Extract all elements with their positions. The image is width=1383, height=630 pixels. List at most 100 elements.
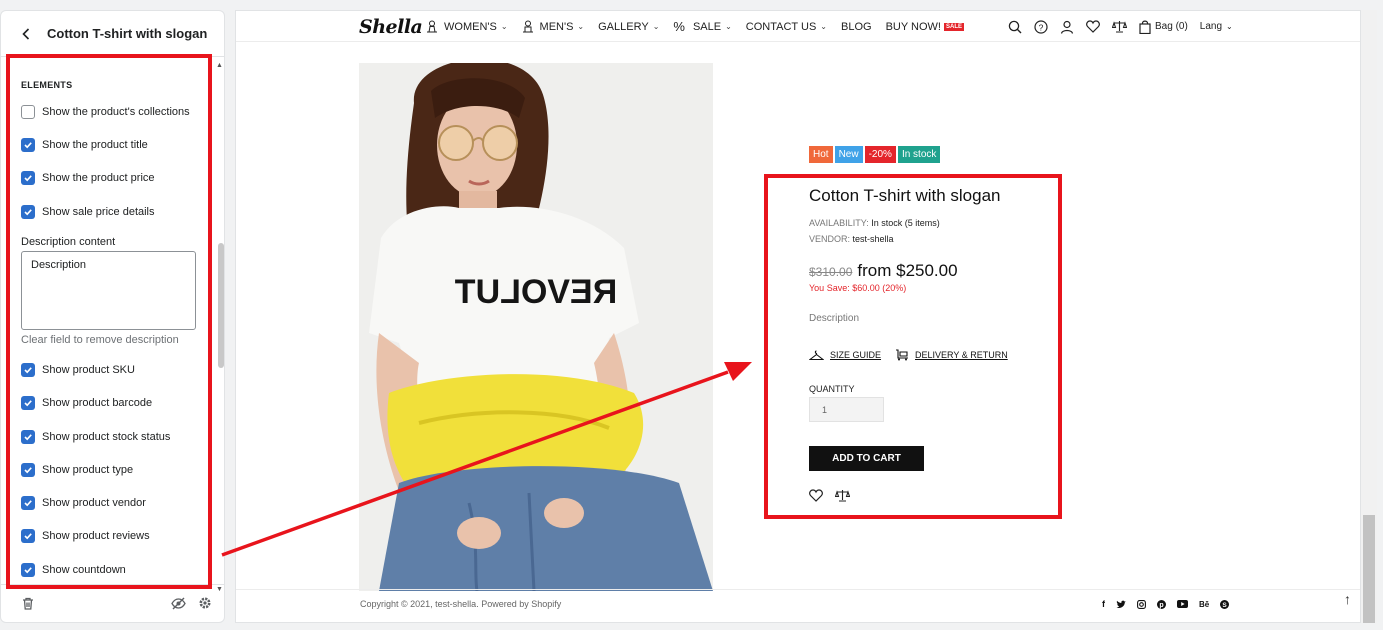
- search-icon[interactable]: [1008, 20, 1022, 34]
- wishlist-heart-icon[interactable]: [1086, 20, 1100, 33]
- scrollbar-thumb[interactable]: [218, 243, 224, 368]
- sidebar-title: Cotton T-shirt with slogan: [47, 26, 208, 41]
- vendor-line: VENDOR: test-shella: [809, 234, 894, 244]
- instagram-icon[interactable]: [1137, 599, 1146, 609]
- bag-button[interactable]: Bag (0): [1139, 20, 1188, 34]
- checkbox[interactable]: [21, 138, 35, 152]
- checkbox-label: Show countdown: [42, 564, 126, 576]
- checkbox[interactable]: [21, 463, 35, 477]
- shirt-print-text: REVOLUT: [455, 273, 618, 311]
- menu-item-buy-now[interactable]: BUY NOW! SALE: [885, 20, 965, 33]
- delivery-return-link[interactable]: DELIVERY & RETURN: [895, 349, 1008, 361]
- description-label: Description content: [21, 236, 116, 248]
- pinterest-icon[interactable]: p: [1157, 599, 1166, 609]
- checkbox[interactable]: [21, 205, 35, 219]
- menu-item-contact[interactable]: CONTACT US ⌄: [746, 21, 827, 33]
- wishlist-heart-icon[interactable]: [809, 489, 823, 502]
- compare-scale-icon[interactable]: [1112, 20, 1127, 33]
- setting-show-type[interactable]: Show product type: [21, 463, 133, 477]
- compare-scale-icon[interactable]: [835, 489, 850, 502]
- menu-item-sale[interactable]: % SALE ⌄: [673, 19, 731, 34]
- trash-icon: [23, 597, 33, 610]
- checkbox[interactable]: [21, 363, 35, 377]
- availability-label: AVAILABILITY:: [809, 218, 869, 228]
- model-photo: REVOLUT: [359, 63, 713, 591]
- language-label: Lang: [1199, 21, 1223, 32]
- checkbox-label: Show product barcode: [42, 397, 153, 409]
- gear-icon: [199, 597, 211, 609]
- checkmark-icon: [24, 434, 32, 441]
- menu-label: MEN'S: [539, 20, 574, 33]
- setting-show-collections[interactable]: Show the product's collections: [21, 105, 190, 119]
- menu-item-gallery[interactable]: GALLERY ⌄: [598, 21, 659, 33]
- preview-scrollbar[interactable]: [1361, 10, 1377, 623]
- setting-show-vendor[interactable]: Show product vendor: [21, 496, 146, 510]
- man-icon: [522, 20, 534, 33]
- checkbox-label: Show sale price details: [42, 206, 155, 218]
- svg-text:S: S: [1223, 602, 1228, 609]
- checkbox[interactable]: [21, 563, 35, 577]
- skype-icon[interactable]: S: [1220, 599, 1230, 609]
- quantity-input[interactable]: 1: [809, 397, 884, 422]
- setting-show-countdown[interactable]: Show countdown: [21, 563, 126, 577]
- woman-icon: [426, 20, 438, 33]
- product-description: Description: [809, 313, 860, 324]
- store-logo[interactable]: Shella: [359, 16, 423, 38]
- link-label: DELIVERY & RETURN: [915, 350, 1008, 360]
- delivery-cart-icon: [895, 349, 909, 361]
- vendor-value: test-shella: [852, 234, 894, 244]
- scrollbar-thumb[interactable]: [1363, 515, 1375, 623]
- price-row: $310.00 from $250.00: [809, 261, 958, 281]
- twitter-icon[interactable]: [1116, 599, 1126, 609]
- checkbox[interactable]: [21, 105, 35, 119]
- setting-show-price[interactable]: Show the product price: [21, 171, 155, 185]
- facebook-icon[interactable]: f: [1102, 599, 1105, 609]
- behance-icon[interactable]: Bē: [1199, 599, 1209, 609]
- checkbox[interactable]: [21, 171, 35, 185]
- youtube-icon[interactable]: [1177, 599, 1188, 609]
- menu-item-mens[interactable]: MEN'S ⌄: [522, 20, 584, 33]
- menu-label: BUY NOW!: [885, 20, 941, 33]
- setting-show-reviews[interactable]: Show product reviews: [21, 529, 150, 543]
- store-header: Shella WOMEN'S ⌄ MEN'S ⌄ GALLERY ⌄ % SAL…: [236, 11, 1360, 42]
- language-selector[interactable]: Lang ⌄: [1200, 21, 1233, 32]
- sidebar-header: Cotton T-shirt with slogan: [1, 11, 224, 57]
- description-textarea[interactable]: Description: [21, 251, 196, 330]
- checkbox[interactable]: [21, 430, 35, 444]
- checkmark-icon: [24, 367, 32, 374]
- availability-value: In stock (5 items): [871, 218, 940, 228]
- scroll-up-arrow-icon[interactable]: ▲: [216, 62, 223, 69]
- chevron-down-icon: ⌄: [725, 22, 732, 31]
- settings-button[interactable]: [197, 595, 213, 611]
- main-menu: WOMEN'S ⌄ MEN'S ⌄ GALLERY ⌄ % SALE ⌄ CON…: [426, 11, 978, 42]
- sidebar-scrollbar[interactable]: ▲ ▼: [215, 58, 224, 595]
- eye-slash-icon: [170, 597, 186, 609]
- checkbox[interactable]: [21, 396, 35, 410]
- size-guide-link[interactable]: SIZE GUIDE: [809, 349, 881, 361]
- hide-block-button[interactable]: [170, 595, 186, 611]
- remove-block-button[interactable]: [20, 595, 36, 611]
- copyright-text: Copyright © 2021, test-shella. Powered b…: [360, 599, 562, 609]
- setting-show-sku[interactable]: Show product SKU: [21, 363, 135, 377]
- setting-show-title[interactable]: Show the product title: [21, 138, 148, 152]
- back-button[interactable]: [19, 27, 33, 41]
- checkbox[interactable]: [21, 496, 35, 510]
- checkbox[interactable]: [21, 529, 35, 543]
- back-to-top-arrow-icon[interactable]: ↑: [1344, 591, 1351, 607]
- help-icon[interactable]: ?: [1034, 19, 1048, 34]
- setting-show-stock-status[interactable]: Show product stock status: [21, 430, 170, 444]
- menu-item-blog[interactable]: BLOG: [841, 21, 872, 33]
- setting-show-barcode[interactable]: Show product barcode: [21, 396, 152, 410]
- add-to-cart-button[interactable]: ADD TO CART: [809, 446, 924, 471]
- checkmark-icon: [24, 175, 32, 182]
- badge-discount: -20%: [864, 146, 896, 163]
- account-icon[interactable]: [1060, 20, 1074, 34]
- svg-text:?: ?: [1039, 22, 1044, 32]
- setting-show-sale-details[interactable]: Show sale price details: [21, 205, 155, 219]
- product-image[interactable]: REVOLUT: [359, 63, 713, 591]
- product-badges: Hot New -20% In stock: [809, 146, 942, 163]
- hanger-icon: [809, 349, 824, 361]
- menu-item-womens[interactable]: WOMEN'S ⌄: [426, 20, 508, 33]
- sale-badge: SALE: [944, 22, 965, 31]
- editor-sidebar: Cotton T-shirt with slogan ELEMENTS Show…: [0, 10, 225, 623]
